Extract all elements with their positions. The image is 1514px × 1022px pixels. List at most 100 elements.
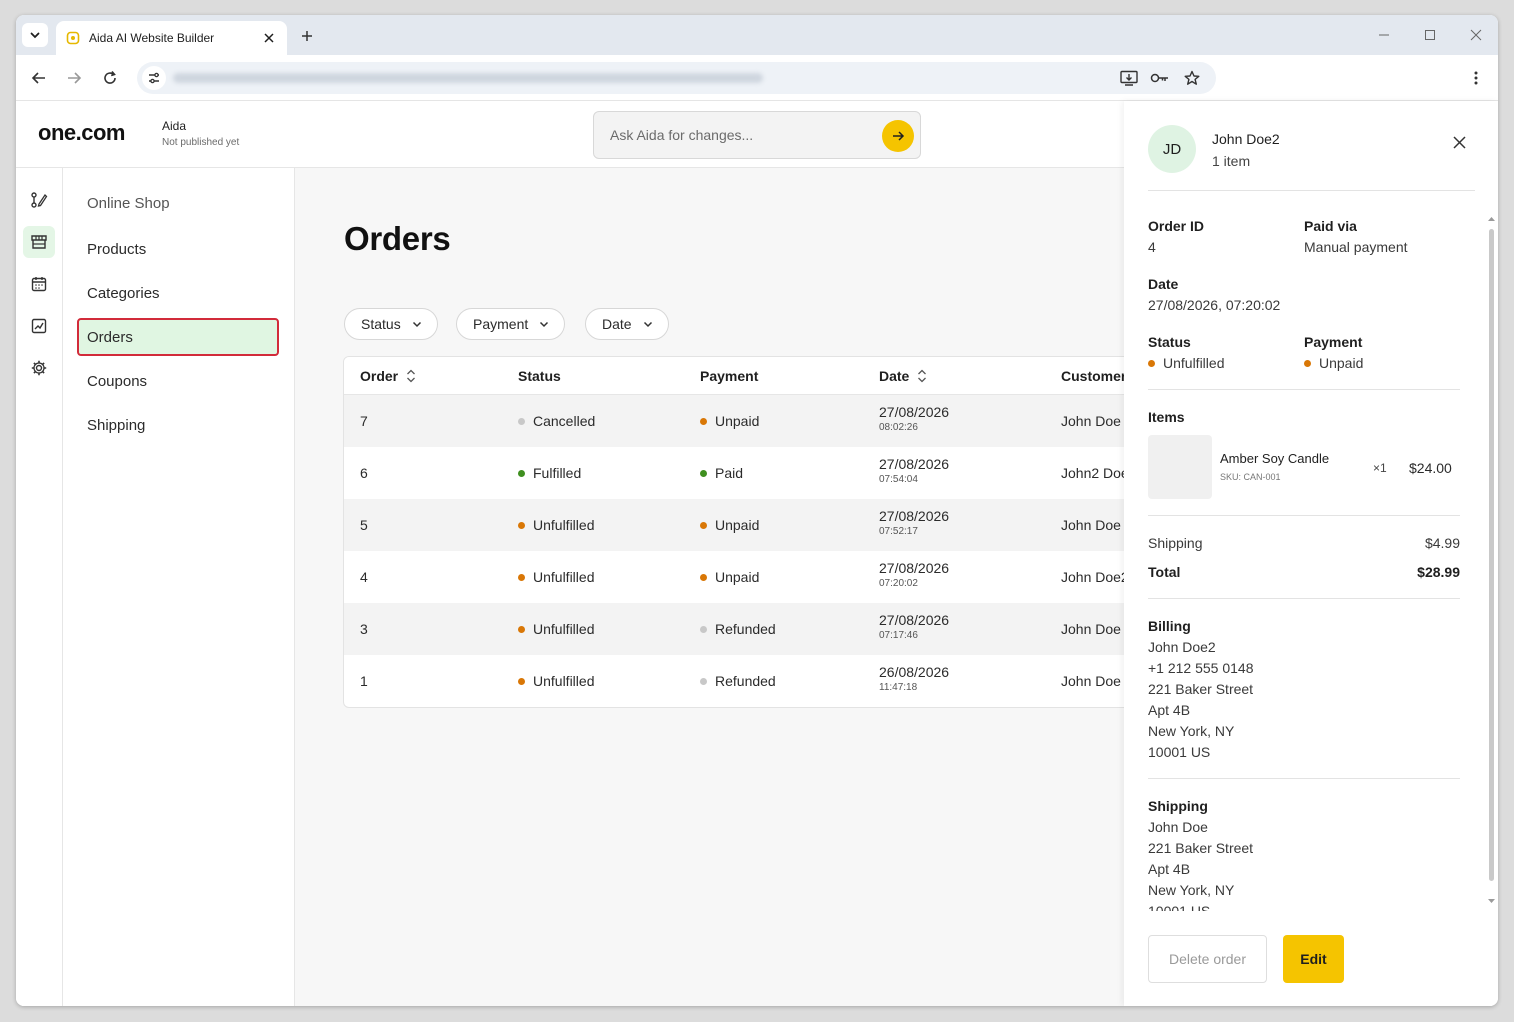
order-status: Cancelled <box>518 413 595 429</box>
send-arrow-button[interactable] <box>882 120 914 152</box>
status-dot <box>518 677 525 685</box>
arrow-right-icon <box>893 131 905 141</box>
rail-analytics-button[interactable] <box>23 310 55 342</box>
order-customer: John Doe <box>1061 413 1121 429</box>
order-status: Unfulfilled <box>518 517 594 533</box>
panel-scroll-area[interactable]: Order ID 4 Paid via Manual payment Date … <box>1124 206 1498 911</box>
browser-toolbar <box>16 55 1498 101</box>
status-text: Fulfilled <box>533 465 582 481</box>
store-icon <box>31 235 47 249</box>
install-app-icon[interactable] <box>1119 68 1139 88</box>
maximize-icon[interactable] <box>1420 25 1440 45</box>
column-label: Status <box>518 368 561 384</box>
close-icon[interactable] <box>1450 133 1468 151</box>
table-row[interactable]: 1 Unfulfilled Refunded 26/08/2026 11:47:1… <box>344 655 1124 707</box>
status-text: Unfulfilled <box>533 621 595 637</box>
status-dot <box>518 469 525 477</box>
edit-button[interactable]: Edit <box>1283 935 1344 983</box>
table-row[interactable]: 6 Fulfilled Paid 27/08/2026 07:54:04 John… <box>344 447 1124 499</box>
subnav-categories[interactable]: Categories <box>77 274 279 312</box>
item-sku: SKU: CAN-001 <box>1220 472 1281 482</box>
time-text: 11:47:18 <box>879 682 918 693</box>
orders-table: Order Status Payment Date Customer 7 Can… <box>343 356 1124 708</box>
filter-payment-dropdown[interactable]: Payment <box>456 308 566 340</box>
panel-scrollbar[interactable] <box>1487 215 1496 909</box>
url-text-blurred <box>173 73 763 83</box>
forward-icon[interactable] <box>63 67 85 89</box>
new-tab-icon[interactable] <box>296 25 318 47</box>
bookmark-star-icon[interactable] <box>1182 68 1202 88</box>
table-row[interactable]: 3 Unfulfilled Refunded 27/08/2026 07:17:4… <box>344 603 1124 655</box>
rail-design-button[interactable] <box>23 184 55 216</box>
payment-dot <box>700 573 707 581</box>
order-detail-panel: JD John Doe2 1 item Order ID 4 Paid via … <box>1124 101 1498 1006</box>
filter-date-dropdown[interactable]: Date <box>585 308 669 340</box>
sort-icon <box>407 369 416 383</box>
payment-dot <box>700 469 707 477</box>
reload-icon[interactable] <box>99 67 121 89</box>
rail-settings-button[interactable] <box>23 352 55 384</box>
column-label: Date <box>879 368 910 384</box>
order-status: Unfulfilled <box>518 673 594 689</box>
rail-calendar-button[interactable] <box>23 268 55 300</box>
panel-item-count: 1 item <box>1212 153 1251 169</box>
delete-order-button[interactable]: Delete order <box>1148 935 1267 983</box>
scroll-down-icon[interactable] <box>1487 897 1496 905</box>
order-number: 1 <box>360 673 368 689</box>
total-value: $28.99 <box>1417 564 1460 580</box>
paid-via-label: Paid via <box>1304 218 1357 234</box>
minimize-icon[interactable] <box>1374 25 1394 45</box>
chevron-down-icon <box>540 321 549 328</box>
shop-subnav: Online Shop Products Categories Orders C… <box>63 168 295 1006</box>
site-settings-icon[interactable] <box>142 66 166 90</box>
key-icon[interactable] <box>1150 68 1170 88</box>
table-row[interactable]: 4 Unfulfilled Unpaid 27/08/2026 07:20:02 … <box>344 551 1124 603</box>
back-icon[interactable] <box>28 67 50 89</box>
column-label: Order <box>360 368 399 384</box>
payment-text: Refunded <box>715 673 776 689</box>
order-status: Unfulfilled <box>518 621 594 637</box>
column-order[interactable]: Order <box>360 368 416 384</box>
divider <box>1148 778 1460 779</box>
avatar: JD <box>1148 125 1196 173</box>
rail-shop-button[interactable] <box>23 226 55 258</box>
billing-line: +1 212 555 0148 <box>1148 660 1254 676</box>
subnav-coupons[interactable]: Coupons <box>77 362 279 400</box>
subnav-shipping[interactable]: Shipping <box>77 406 279 444</box>
column-date[interactable]: Date <box>879 368 927 384</box>
browser-tab[interactable]: Aida AI Website Builder <box>56 21 287 55</box>
subnav-orders[interactable]: Orders <box>77 318 279 356</box>
ask-aida-input[interactable] <box>594 112 874 158</box>
item-quantity: ×1 <box>1373 461 1387 475</box>
status-dot <box>1148 359 1155 367</box>
column-label: Customer <box>1061 368 1124 384</box>
table-row[interactable]: 7 Cancelled Unpaid 27/08/2026 08:02:26 Jo… <box>344 395 1124 447</box>
chevron-down-icon <box>643 321 652 328</box>
status-label: Status <box>1148 334 1191 350</box>
tab-search-button[interactable] <box>22 23 48 47</box>
payment-text: Paid <box>715 465 744 481</box>
order-customer: John Doe <box>1061 621 1121 637</box>
time-text: 08:02:26 <box>879 422 918 433</box>
subnav-products[interactable]: Products <box>77 230 279 268</box>
date-text: 27/08/2026 <box>879 560 950 576</box>
order-payment: Unpaid <box>700 569 759 585</box>
divider <box>1148 190 1475 191</box>
shipping-cost-label: Shipping <box>1148 535 1203 551</box>
scroll-up-icon[interactable] <box>1487 215 1496 223</box>
close-window-icon[interactable] <box>1466 25 1486 45</box>
ask-aida-box <box>593 111 921 159</box>
close-tab-icon[interactable] <box>261 30 277 46</box>
date-value: 27/08/2026, 07:20:02 <box>1148 297 1281 313</box>
address-bar[interactable] <box>137 62 1216 94</box>
date-text: 27/08/2026 <box>879 508 950 524</box>
one-com-logo[interactable]: one.com <box>38 120 125 146</box>
divider <box>1148 389 1460 390</box>
table-row[interactable]: 5 Unfulfilled Unpaid 27/08/2026 07:52:17 … <box>344 499 1124 551</box>
scroll-thumb[interactable] <box>1489 229 1494 881</box>
filter-status-dropdown[interactable]: Status <box>344 308 438 340</box>
order-status: Unfulfilled <box>518 569 594 585</box>
subnav-online-shop[interactable]: Online Shop <box>77 184 279 222</box>
column-payment: Payment <box>700 368 758 384</box>
browser-menu-icon[interactable] <box>1466 67 1486 89</box>
